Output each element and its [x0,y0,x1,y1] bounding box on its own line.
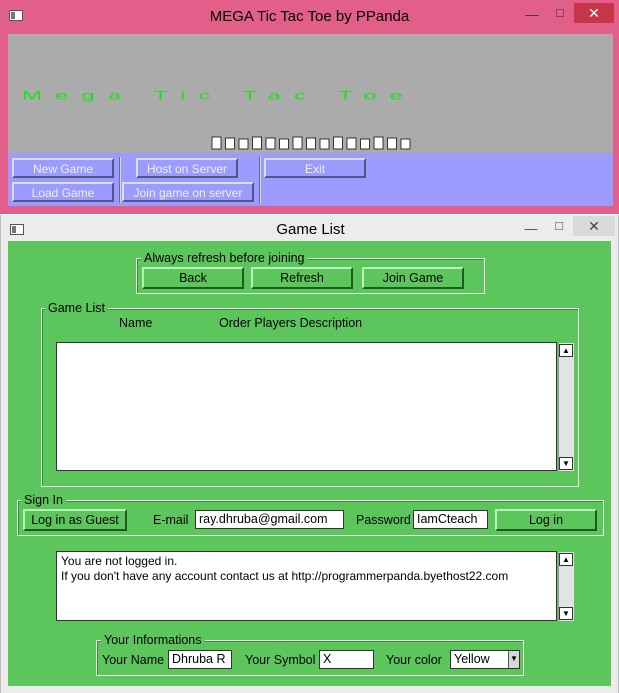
status-line: You are not logged in. [61,554,178,568]
refresh-button[interactable]: Refresh [251,267,353,289]
scroll-up-icon[interactable]: ▲ [559,344,573,357]
email-field[interactable]: ray.dhruba@gmail.com [195,510,344,529]
logo-sprite [319,138,330,150]
main-window: MEGA Tic Tac Toe by PPanda — □ ✕ Mega Ti… [0,0,619,214]
logo-sprite [279,138,289,150]
column-header-details[interactable]: Order Players Description [219,315,362,331]
main-button-panel: New Game Load Game Host on Server Join g… [8,153,613,206]
logo-sprite [387,137,397,150]
refresh-group-legend: Always refresh before joining [141,251,308,265]
scroll-up-icon[interactable]: ▲ [559,553,573,566]
status-text-area[interactable]: You are not logged in. If you don't have… [56,551,557,621]
game-list-box[interactable] [56,342,557,471]
game-list-legend: Game List [45,301,108,315]
load-game-button[interactable]: Load Game [12,182,114,202]
scroll-down-icon[interactable]: ▼ [559,457,573,470]
status-line: If you don't have any account contact us… [61,569,509,583]
panel-separator [259,157,261,203]
your-name-field[interactable]: Dhruba R [168,650,232,669]
game-list-scrollbar[interactable] [558,343,574,471]
logo-sprite [360,138,370,150]
maximize-icon[interactable]: □ [548,218,570,234]
logo-sprite [252,136,262,150]
your-info-legend: Your Informations [101,633,205,647]
new-game-button[interactable]: New Game [12,158,114,178]
sign-in-legend: Sign In [21,493,66,507]
logo-sprite [306,137,316,150]
password-label: Password [356,513,411,527]
logo-sprite [346,137,357,150]
game-logo-sprites [211,136,411,150]
column-header-name[interactable]: Name [119,315,152,331]
close-icon[interactable]: ✕ [574,3,614,23]
chevron-down-icon[interactable]: ▼ [508,651,519,668]
your-symbol-label: Your Symbol [245,653,316,667]
your-name-label: Your Name [102,653,165,667]
maximize-icon[interactable]: □ [549,5,571,21]
join-game-button[interactable]: Join Game [362,267,464,289]
logo-sprite [238,138,249,150]
minimize-icon[interactable]: — [520,221,542,237]
logo-sprite [225,137,235,150]
scroll-down-icon[interactable]: ▼ [559,607,573,620]
title-banner: Mega Tic Tac Toe [8,34,613,153]
logo-sprite [373,136,384,150]
your-color-value: Yellow [454,652,490,666]
panel-separator [119,157,121,203]
logo-sprite [211,136,222,150]
host-on-server-button[interactable]: Host on Server [136,158,238,178]
banner-title: Mega Tic Tac Toe [22,89,416,103]
logo-sprite [292,136,303,150]
logo-sprite [265,137,276,150]
your-color-label: Your color [386,653,442,667]
join-game-on-server-button[interactable]: Join game on server [122,182,254,202]
your-symbol-field[interactable]: X [319,650,374,669]
logo-sprite [400,138,411,150]
logo-sprite [333,136,343,150]
email-label: E-mail [153,513,189,527]
minimize-icon[interactable]: — [521,7,543,23]
log-in-button[interactable]: Log in [495,509,597,531]
log-in-as-guest-button[interactable]: Log in as Guest [23,509,127,531]
close-icon[interactable]: ✕ [573,216,615,236]
back-button[interactable]: Back [142,267,244,289]
exit-button[interactable]: Exit [264,158,366,178]
password-field[interactable]: IamCteach [413,510,488,529]
